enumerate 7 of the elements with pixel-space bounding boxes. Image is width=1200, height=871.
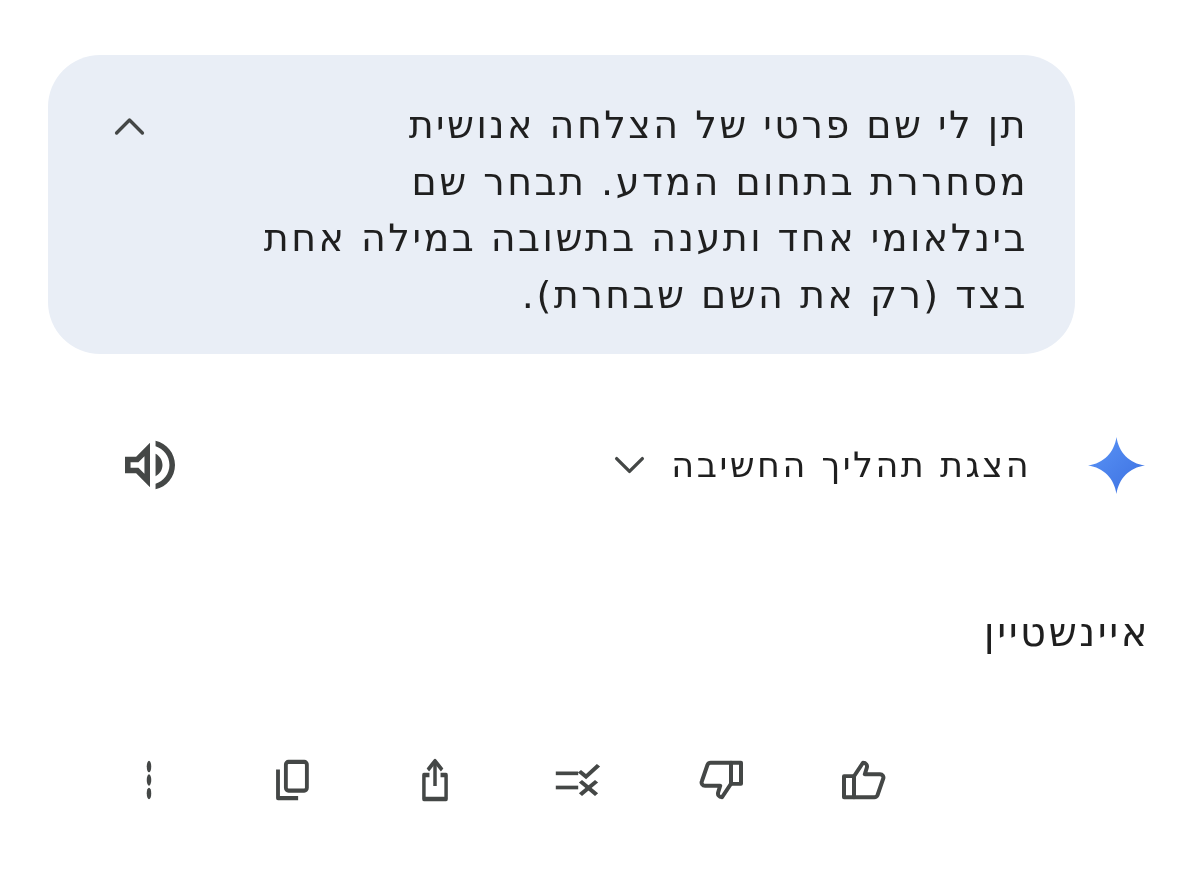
chevron-up-icon[interactable] bbox=[114, 117, 145, 136]
answer-text: איינשטיין bbox=[983, 608, 1150, 656]
speaker-icon bbox=[122, 440, 178, 490]
sparkle-icon bbox=[1088, 436, 1145, 494]
read-aloud-button[interactable] bbox=[122, 440, 178, 490]
show-thinking-button[interactable]: הצגת תהליך החשיבה bbox=[614, 445, 1031, 485]
prompt-text: תן לי שם פרטי של הצלחה אנושית מסחררת בתחום המדע. תבחר שם בינלאומי אחד ותענה בתשובה במילה אחת בצד (רק את השם שבחרת). bbox=[262, 102, 1028, 319]
